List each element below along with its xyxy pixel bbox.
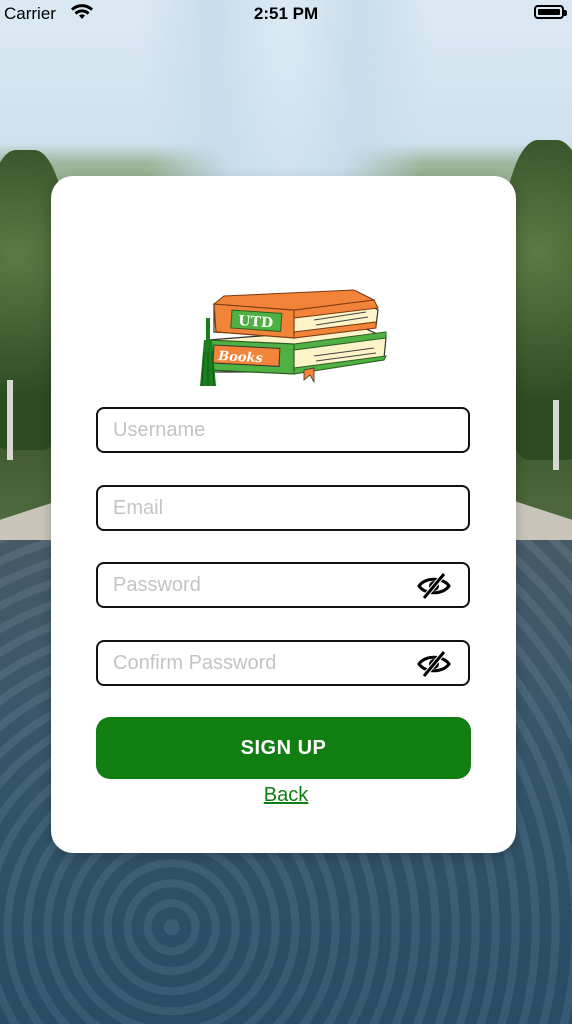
- confirm-password-field[interactable]: [96, 640, 470, 686]
- eye-slash-icon[interactable]: [416, 571, 452, 601]
- logo-top-label: UTD: [238, 313, 274, 331]
- back-link-container: Back: [0, 784, 572, 807]
- battery-icon: [534, 5, 567, 19]
- email-field[interactable]: [96, 485, 470, 531]
- status-bar: Carrier 2:51 PM: [0, 0, 572, 30]
- tree-trunk: [7, 380, 13, 460]
- utd-books-logo: Books UTD: [200, 289, 387, 387]
- username-input[interactable]: [113, 409, 403, 451]
- password-input[interactable]: [113, 564, 403, 606]
- sign-up-button[interactable]: SIGN UP: [96, 717, 471, 779]
- back-link[interactable]: Back: [264, 784, 308, 806]
- clock: 2:51 PM: [253, 4, 319, 23]
- password-field[interactable]: [96, 562, 470, 608]
- email-input[interactable]: [113, 487, 403, 529]
- eye-slash-icon[interactable]: [416, 649, 452, 679]
- logo-bottom-label: Books: [217, 349, 264, 366]
- tree-trunk: [553, 400, 559, 470]
- username-field[interactable]: [96, 407, 470, 453]
- confirm-password-input[interactable]: [113, 642, 403, 684]
